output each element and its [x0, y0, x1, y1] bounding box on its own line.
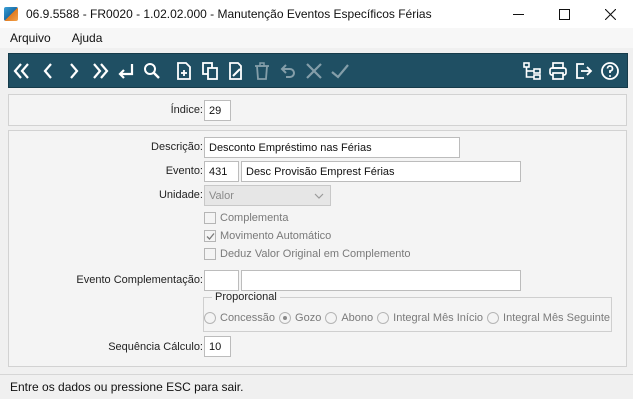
- double-chevron-right-icon: [93, 62, 109, 79]
- search-icon: [144, 62, 160, 79]
- chevron-right-icon: [70, 62, 79, 79]
- toolbar: [8, 53, 628, 88]
- app-icon: [4, 7, 18, 21]
- last-record-button[interactable]: [87, 58, 113, 84]
- evento-description-field: Desc Provisão Emprest Férias: [241, 161, 521, 182]
- search-button[interactable]: [139, 58, 165, 84]
- deduz-valor-label: Deduz Valor Original em Complemento: [220, 248, 411, 260]
- edit-record-button[interactable]: [223, 58, 249, 84]
- complementa-checkbox[interactable]: Complementa: [204, 212, 288, 224]
- checkbox-icon: [204, 248, 216, 260]
- radio-gozo-label: Gozo: [295, 312, 322, 324]
- maximize-button[interactable]: [541, 0, 587, 28]
- help-button[interactable]: [597, 58, 623, 84]
- confirm-button[interactable]: [327, 58, 353, 84]
- title-bar: 06.9.5588 - FR0020 - 1.02.02.000 - Manut…: [0, 0, 633, 28]
- minimize-button[interactable]: [495, 0, 541, 28]
- proporcional-title: Proporcional: [212, 291, 280, 303]
- checkbox-checked-icon: [204, 230, 216, 242]
- return-button[interactable]: [113, 58, 139, 84]
- print-button[interactable]: [545, 58, 571, 84]
- unidade-select[interactable]: Valor: [204, 185, 331, 206]
- checkbox-icon: [204, 212, 216, 224]
- complementa-label: Complementa: [220, 212, 289, 224]
- exit-button[interactable]: [571, 58, 597, 84]
- radio-selected-icon: [279, 312, 292, 324]
- exit-icon: [576, 62, 593, 79]
- movimento-automatico-label: Movimento Automático: [220, 230, 332, 242]
- radio-icon: [204, 312, 216, 324]
- tree-structure-icon: [523, 61, 541, 80]
- printer-icon: [549, 61, 567, 80]
- first-record-button[interactable]: [9, 58, 35, 84]
- next-record-button[interactable]: [61, 58, 87, 84]
- help-icon: [601, 61, 619, 80]
- checkmark-icon: [206, 233, 215, 240]
- chevron-left-icon: [43, 62, 52, 79]
- trash-icon: [255, 61, 269, 80]
- proporcional-group: Proporcional Concessão Gozo Abono Integr…: [203, 291, 614, 332]
- radio-icon: [377, 312, 390, 324]
- cancel-button[interactable]: [301, 58, 327, 84]
- radio-integral-mes-seguinte[interactable]: Integral Mês Seguinte: [487, 312, 610, 324]
- status-message: Entre os dados ou pressione ESC para sai…: [10, 380, 244, 394]
- window-controls: [495, 0, 633, 28]
- index-panel: Índice: 29: [8, 94, 627, 126]
- return-arrow-icon: [118, 63, 134, 79]
- radio-abono[interactable]: Abono: [325, 312, 373, 324]
- descricao-input[interactable]: Desconto Empréstimo nas Férias: [204, 137, 460, 158]
- radio-integral-mes-seguinte-label: Integral Mês Seguinte: [503, 312, 611, 324]
- evento-code-input[interactable]: 431: [204, 161, 239, 182]
- window-title: 06.9.5588 - FR0020 - 1.02.02.000 - Manut…: [26, 7, 432, 21]
- delete-record-button[interactable]: [249, 58, 275, 84]
- copy-record-button[interactable]: [197, 58, 223, 84]
- radio-icon: [487, 312, 500, 324]
- undo-icon: [280, 63, 295, 78]
- close-icon: [604, 8, 616, 20]
- radio-icon: [325, 312, 338, 324]
- unidade-selected-value: Valor: [209, 189, 234, 202]
- status-bar: Entre os dados ou pressione ESC para sai…: [0, 374, 633, 399]
- radio-concessao[interactable]: Concessão: [204, 312, 275, 324]
- x-icon: [306, 62, 322, 79]
- menu-ajuda[interactable]: Ajuda: [68, 31, 107, 45]
- deduz-valor-checkbox[interactable]: Deduz Valor Original em Complemento: [204, 248, 411, 260]
- radio-gozo[interactable]: Gozo: [279, 312, 321, 324]
- radio-concessao-label: Concessão: [220, 312, 276, 324]
- evento-complementacao-label: Evento Complementação:: [76, 274, 203, 286]
- copy-icon: [202, 61, 218, 80]
- new-document-icon: [177, 61, 191, 80]
- double-chevron-left-icon: [13, 62, 29, 79]
- main-form-panel: Descrição: Desconto Empréstimo nas Féria…: [8, 130, 627, 367]
- descricao-label: Descrição:: [151, 141, 203, 153]
- movimento-automatico-checkbox[interactable]: Movimento Automático: [204, 230, 331, 242]
- unidade-label: Unidade:: [158, 189, 203, 201]
- close-button[interactable]: [587, 0, 633, 28]
- radio-integral-mes-inicio[interactable]: Integral Mês Início: [377, 312, 483, 324]
- undo-button[interactable]: [275, 58, 301, 84]
- tree-button[interactable]: [519, 58, 545, 84]
- evento-complementacao-description-field: [241, 270, 521, 291]
- radio-abono-label: Abono: [341, 312, 374, 324]
- minimize-icon: [512, 13, 524, 15]
- new-record-button[interactable]: [171, 58, 197, 84]
- sequencia-input[interactable]: 10: [204, 336, 231, 357]
- evento-label: Evento:: [165, 165, 203, 177]
- radio-integral-mes-inicio-label: Integral Mês Início: [393, 312, 484, 324]
- menu-bar: Arquivo Ajuda: [0, 28, 633, 48]
- edit-document-icon: [229, 61, 242, 80]
- proporcional-options: Concessão Gozo Abono Integral Mês Início…: [204, 312, 614, 324]
- chevron-down-icon: [314, 193, 324, 199]
- maximize-icon: [558, 8, 570, 20]
- evento-complementacao-code-input[interactable]: [204, 270, 239, 291]
- indice-input[interactable]: 29: [204, 100, 231, 121]
- checkmark-icon: [331, 63, 349, 79]
- previous-record-button[interactable]: [35, 58, 61, 84]
- indice-label: Índice:: [170, 104, 203, 116]
- sequencia-label: Sequência Cálculo:: [108, 341, 203, 353]
- menu-arquivo[interactable]: Arquivo: [6, 31, 55, 45]
